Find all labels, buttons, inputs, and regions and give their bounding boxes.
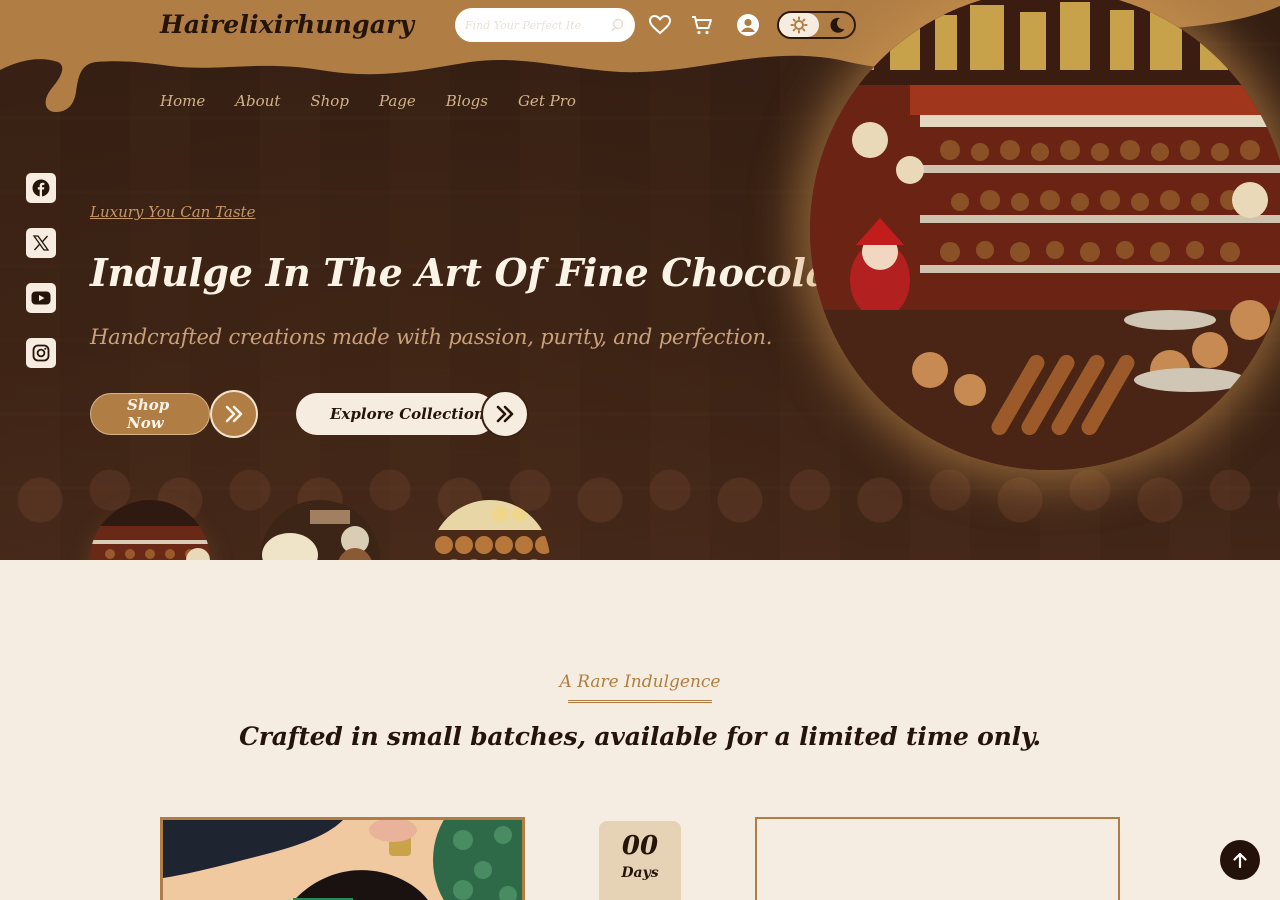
nav-page[interactable]: Page bbox=[379, 92, 416, 110]
theme-toggle[interactable] bbox=[777, 11, 856, 39]
instagram-icon bbox=[32, 344, 50, 362]
hero-subheadline: Handcrafted creations made with passion,… bbox=[90, 325, 773, 349]
double-chevron-right-icon bbox=[225, 405, 243, 423]
user-icon[interactable] bbox=[736, 13, 760, 37]
hair-product-illustration bbox=[163, 820, 522, 900]
explore-collections-arrow-button[interactable] bbox=[481, 390, 529, 438]
scroll-to-top-button[interactable] bbox=[1220, 840, 1260, 880]
sun-icon bbox=[790, 16, 808, 34]
site-logo[interactable]: Hairelixirhungary bbox=[160, 10, 414, 39]
countdown-days-label: Days bbox=[621, 865, 659, 881]
nav-home[interactable]: Home bbox=[160, 92, 205, 110]
light-mode-option[interactable] bbox=[779, 13, 819, 37]
instagram-link[interactable] bbox=[26, 338, 56, 368]
chocolate-shop-illustration bbox=[810, 0, 1280, 470]
youtube-icon bbox=[31, 291, 51, 305]
countdown-days-value: 00 bbox=[621, 831, 659, 861]
search-icon[interactable] bbox=[609, 17, 625, 33]
search-input[interactable] bbox=[465, 18, 605, 32]
section-kicker: A Rare Indulgence bbox=[559, 672, 721, 692]
limited-product-image bbox=[160, 817, 525, 900]
facebook-icon bbox=[32, 179, 50, 197]
section-title: Crafted in small batches, available for … bbox=[239, 722, 1041, 751]
hero-tagline-link[interactable]: Luxury You Can Taste bbox=[90, 203, 255, 221]
main-nav: Home About Shop Page Blogs Get Pro bbox=[160, 92, 576, 110]
search-box[interactable] bbox=[455, 8, 635, 42]
nav-get-pro[interactable]: Get Pro bbox=[518, 92, 576, 110]
hero-headline: Indulge In The Art Of Fine Chocolate bbox=[90, 250, 872, 295]
hero-featured-image bbox=[810, 0, 1280, 470]
x-link[interactable] bbox=[26, 228, 56, 258]
nav-shop[interactable]: Shop bbox=[310, 92, 349, 110]
x-icon bbox=[32, 235, 50, 251]
explore-collections-button[interactable]: Explore Collections bbox=[296, 393, 496, 435]
youtube-link[interactable] bbox=[26, 283, 56, 313]
nav-blogs[interactable]: Blogs bbox=[446, 92, 488, 110]
kicker-underline bbox=[568, 700, 712, 703]
facebook-link[interactable] bbox=[26, 173, 56, 203]
arrow-up-icon bbox=[1233, 852, 1247, 869]
heart-icon[interactable] bbox=[648, 13, 672, 37]
cart-icon[interactable] bbox=[690, 13, 714, 37]
hero-section: Hairelixirhungary Find Your Perfect Ite … bbox=[0, 0, 1280, 560]
double-chevron-right-icon bbox=[496, 405, 514, 423]
shop-now-button[interactable]: Shop Now bbox=[90, 393, 210, 435]
moon-icon[interactable] bbox=[828, 16, 846, 34]
nav-about[interactable]: About bbox=[235, 92, 280, 110]
shop-now-arrow-button[interactable] bbox=[210, 390, 258, 438]
countdown-days: 00 Days bbox=[599, 821, 681, 900]
limited-product-frame bbox=[755, 817, 1120, 900]
